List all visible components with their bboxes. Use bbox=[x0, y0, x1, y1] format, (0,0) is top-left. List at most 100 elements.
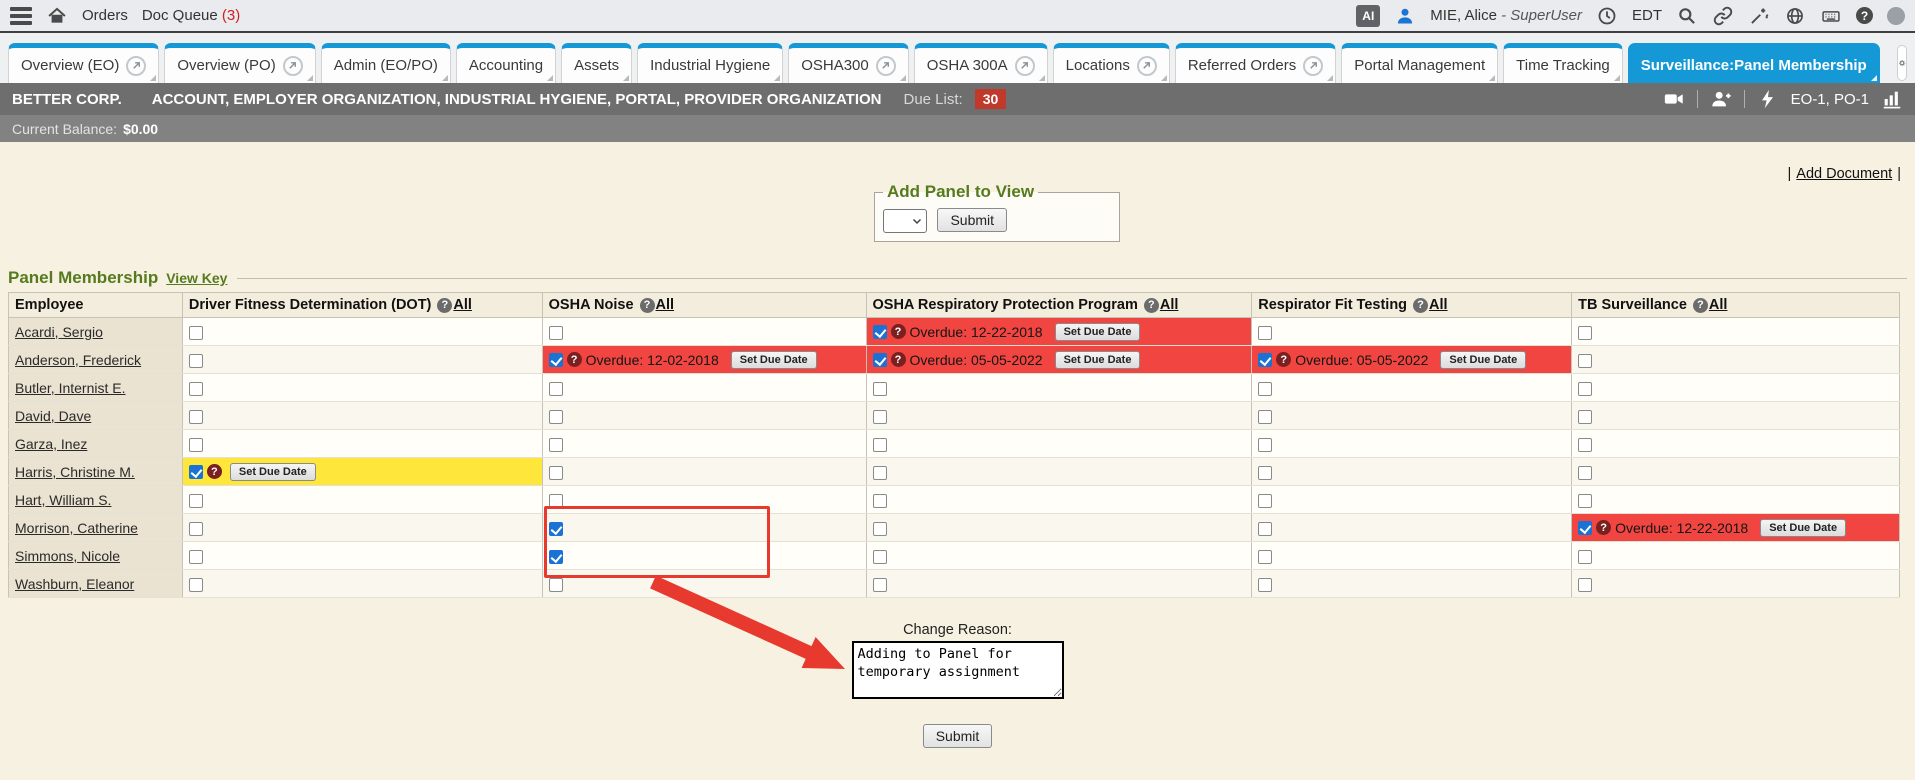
popout-icon[interactable] bbox=[1137, 56, 1157, 76]
checkbox-unchecked[interactable] bbox=[1578, 494, 1592, 508]
checkbox-checked[interactable] bbox=[873, 325, 887, 339]
checkbox-unchecked[interactable] bbox=[549, 494, 563, 508]
video-camera-icon[interactable] bbox=[1663, 88, 1685, 110]
tab-surveillance-panel-membership[interactable]: Surveillance:Panel Membership bbox=[1628, 43, 1880, 83]
tab-portal-management[interactable]: Portal Management bbox=[1341, 43, 1498, 83]
checkbox-unchecked[interactable] bbox=[1578, 326, 1592, 340]
help-icon[interactable]: ? bbox=[567, 352, 582, 367]
tab-locations[interactable]: Locations bbox=[1053, 43, 1170, 83]
checkbox-unchecked[interactable] bbox=[873, 494, 887, 508]
popout-icon[interactable] bbox=[1303, 56, 1323, 76]
help-icon[interactable]: ? bbox=[640, 298, 655, 313]
search-icon[interactable] bbox=[1676, 5, 1698, 27]
checkbox-unchecked[interactable] bbox=[1258, 466, 1272, 480]
help-icon[interactable]: ? bbox=[891, 324, 906, 339]
globe-icon[interactable] bbox=[1784, 5, 1806, 27]
status-dot-icon[interactable] bbox=[1887, 7, 1905, 25]
select-all-link[interactable]: All bbox=[453, 297, 472, 313]
panel-select-dropdown[interactable] bbox=[883, 209, 927, 233]
checkbox-checked[interactable] bbox=[873, 353, 887, 367]
checkbox-checked[interactable] bbox=[549, 550, 563, 564]
checkbox-unchecked[interactable] bbox=[873, 522, 887, 536]
add-panel-submit-button[interactable]: Submit bbox=[937, 208, 1007, 232]
tab-referred-orders[interactable]: Referred Orders bbox=[1175, 43, 1336, 83]
checkbox-unchecked[interactable] bbox=[1258, 410, 1272, 424]
select-all-link[interactable]: All bbox=[656, 297, 675, 313]
popout-icon[interactable] bbox=[1015, 56, 1035, 76]
employee-link[interactable]: Washburn, Eleanor bbox=[15, 576, 134, 592]
panel-membership-submit-button[interactable]: Submit bbox=[923, 724, 993, 748]
set-due-date-button[interactable]: Set Due Date bbox=[1760, 519, 1846, 537]
checkbox-unchecked[interactable] bbox=[549, 438, 563, 452]
checkbox-checked[interactable] bbox=[549, 353, 563, 367]
tab-assets[interactable]: Assets bbox=[561, 43, 632, 83]
ai-badge[interactable]: AI bbox=[1356, 5, 1380, 27]
wand-icon[interactable] bbox=[1748, 5, 1770, 27]
help-icon[interactable]: ? bbox=[1596, 520, 1611, 535]
help-icon[interactable]: ? bbox=[891, 352, 906, 367]
view-key-link[interactable]: View Key bbox=[166, 270, 227, 286]
popout-icon[interactable] bbox=[126, 56, 146, 76]
due-list-count-badge[interactable]: 30 bbox=[975, 89, 1007, 109]
checkbox-unchecked[interactable] bbox=[873, 438, 887, 452]
tab-overview-eo-[interactable]: Overview (EO) bbox=[8, 43, 159, 83]
checkbox-unchecked[interactable] bbox=[873, 382, 887, 396]
checkbox-unchecked[interactable] bbox=[189, 522, 203, 536]
select-all-link[interactable]: All bbox=[1160, 297, 1179, 313]
checkbox-unchecked[interactable] bbox=[1258, 326, 1272, 340]
checkbox-checked[interactable] bbox=[1578, 521, 1592, 535]
help-icon[interactable]: ? bbox=[1144, 298, 1159, 313]
tab-admin-eo-po-[interactable]: Admin (EO/PO) bbox=[321, 43, 451, 83]
checkbox-unchecked[interactable] bbox=[1578, 410, 1592, 424]
checkbox-unchecked[interactable] bbox=[1258, 494, 1272, 508]
checkbox-checked[interactable] bbox=[549, 522, 563, 536]
checkbox-unchecked[interactable] bbox=[1578, 354, 1592, 368]
set-due-date-button[interactable]: Set Due Date bbox=[230, 463, 316, 481]
user-name-and-role[interactable]: MIE, Alice - SuperUser bbox=[1430, 7, 1582, 24]
checkbox-unchecked[interactable] bbox=[1258, 522, 1272, 536]
checkbox-unchecked[interactable] bbox=[873, 466, 887, 480]
employee-link[interactable]: Butler, Internist E. bbox=[15, 380, 126, 396]
employee-link[interactable]: Garza, Inez bbox=[15, 436, 87, 452]
help-icon[interactable]: ? bbox=[207, 464, 222, 479]
checkbox-unchecked[interactable] bbox=[189, 438, 203, 452]
employee-link[interactable]: Harris, Christine M. bbox=[15, 464, 135, 480]
popout-icon[interactable] bbox=[283, 56, 303, 76]
checkbox-unchecked[interactable] bbox=[1258, 578, 1272, 592]
nav-orders[interactable]: Orders bbox=[82, 7, 128, 24]
checkbox-unchecked[interactable] bbox=[549, 326, 563, 340]
checkbox-unchecked[interactable] bbox=[549, 382, 563, 396]
tab-overview-po-[interactable]: Overview (PO) bbox=[164, 43, 315, 83]
checkbox-unchecked[interactable] bbox=[189, 578, 203, 592]
checkbox-unchecked[interactable] bbox=[873, 550, 887, 564]
change-reason-textarea[interactable]: Adding to Panel for temporary assignment bbox=[852, 641, 1064, 699]
employee-link[interactable]: David, Dave bbox=[15, 408, 91, 424]
checkbox-unchecked[interactable] bbox=[189, 410, 203, 424]
checkbox-unchecked[interactable] bbox=[1258, 438, 1272, 452]
tab-osha-300a[interactable]: OSHA 300A bbox=[914, 43, 1048, 83]
tab-settings-button[interactable] bbox=[1897, 45, 1907, 81]
help-icon[interactable]: ? bbox=[1693, 298, 1708, 313]
popout-icon[interactable] bbox=[876, 56, 896, 76]
checkbox-unchecked[interactable] bbox=[1578, 550, 1592, 564]
link-icon[interactable] bbox=[1712, 5, 1734, 27]
checkbox-unchecked[interactable] bbox=[1578, 466, 1592, 480]
checkbox-unchecked[interactable] bbox=[549, 466, 563, 480]
checkbox-unchecked[interactable] bbox=[189, 326, 203, 340]
set-due-date-button[interactable]: Set Due Date bbox=[731, 351, 817, 369]
company-name[interactable]: BETTER CORP. bbox=[12, 91, 122, 108]
keyboard-icon[interactable] bbox=[1820, 5, 1842, 27]
employee-link[interactable]: Simmons, Nicole bbox=[15, 548, 120, 564]
home-icon[interactable] bbox=[46, 5, 68, 27]
checkbox-unchecked[interactable] bbox=[189, 494, 203, 508]
checkbox-unchecked[interactable] bbox=[1258, 382, 1272, 396]
select-all-link[interactable]: All bbox=[1429, 297, 1448, 313]
clock-icon[interactable] bbox=[1596, 5, 1618, 27]
checkbox-unchecked[interactable] bbox=[1578, 578, 1592, 592]
lightning-icon[interactable] bbox=[1757, 88, 1779, 110]
add-person-icon[interactable] bbox=[1710, 88, 1732, 110]
nav-doc-queue[interactable]: Doc Queue (3) bbox=[142, 7, 240, 24]
checkbox-unchecked[interactable] bbox=[189, 354, 203, 368]
checkbox-unchecked[interactable] bbox=[873, 410, 887, 424]
checkbox-unchecked[interactable] bbox=[189, 382, 203, 396]
